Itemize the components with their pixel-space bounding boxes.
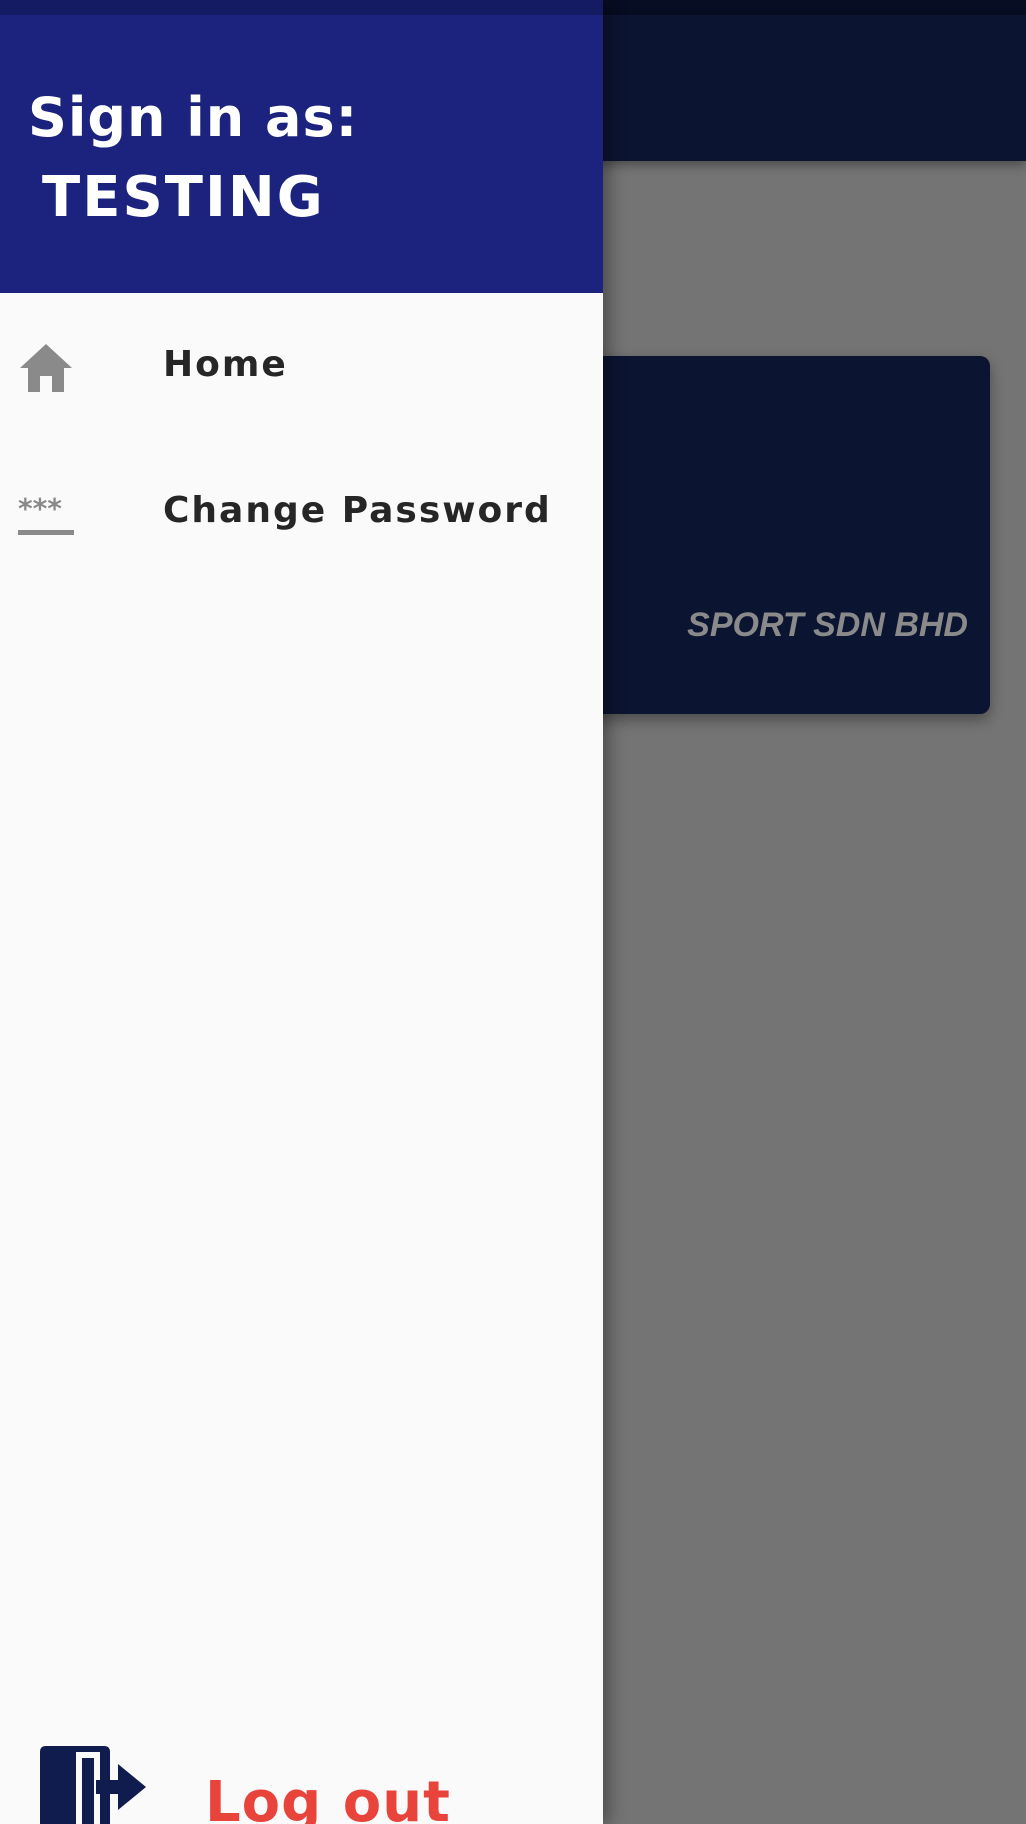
drawer-header: Sign in as: TESTING	[0, 0, 603, 293]
menu-item-home-label: Home	[163, 344, 288, 385]
svg-text:***: ***	[18, 492, 62, 525]
logout-button[interactable]: Log out	[0, 1720, 603, 1824]
menu-item-home[interactable]: Home	[0, 308, 603, 428]
logout-label: Log out	[205, 1770, 451, 1824]
home-icon	[18, 340, 74, 396]
navigation-drawer: Sign in as: TESTING Home *** Change Pass…	[0, 0, 603, 1824]
menu-item-change-password[interactable]: *** Change Password	[0, 454, 603, 574]
drawer-status-strip	[0, 0, 603, 15]
logout-icon	[34, 1744, 150, 1824]
company-name-text: SPORT SDN BHD	[687, 606, 968, 644]
signin-label: Sign in as:	[28, 86, 359, 149]
menu-item-change-password-label: Change Password	[163, 490, 552, 531]
company-card: SPORT SDN BHD	[560, 356, 990, 714]
password-icon: ***	[18, 486, 74, 542]
signed-in-username: TESTING	[42, 165, 325, 230]
